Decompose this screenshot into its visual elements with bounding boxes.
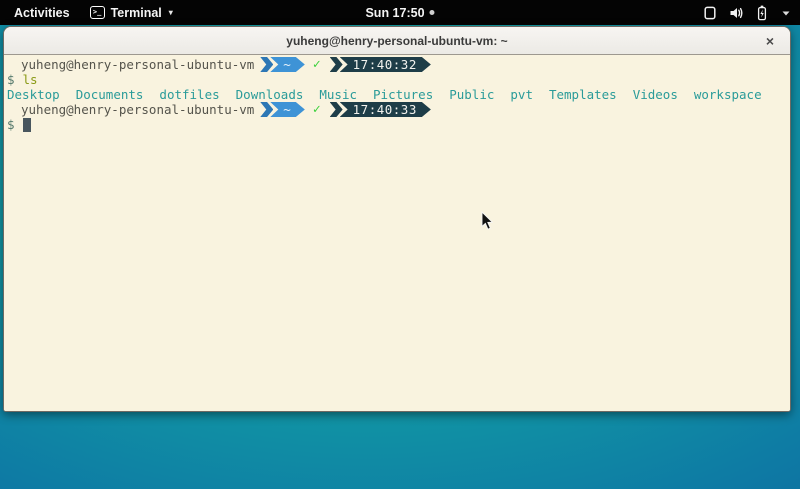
window-title: yuheng@henry-personal-ubuntu-vm: ~ bbox=[286, 34, 507, 48]
dir-entry: dotfiles bbox=[159, 87, 219, 102]
notification-dot-icon bbox=[430, 10, 435, 15]
prompt-line: yuheng@henry-personal-ubuntu-vm ~ ✓ 17:4… bbox=[7, 57, 790, 72]
powerline-chevron-icon bbox=[330, 57, 343, 72]
prompt-user: yuheng@henry-personal-ubuntu-vm bbox=[21, 57, 254, 72]
prompt-symbol: $ bbox=[7, 72, 15, 87]
dir-entry: Videos bbox=[633, 87, 678, 102]
battery-charging-icon bbox=[754, 5, 770, 21]
chevron-down-icon: ▾ bbox=[169, 8, 173, 17]
close-button[interactable]: × bbox=[761, 32, 779, 50]
activities-button[interactable]: Activities bbox=[10, 6, 74, 20]
typed-command: ls bbox=[23, 72, 38, 87]
prompt-line: yuheng@henry-personal-ubuntu-vm ~ ✓ 17:4… bbox=[7, 102, 790, 117]
cwd-badge: ~ bbox=[270, 57, 305, 72]
dir-entry: workspace bbox=[694, 87, 762, 102]
prompt-symbol: $ bbox=[7, 117, 15, 132]
powerline-chevron-icon bbox=[330, 102, 343, 117]
desktop: { "top_bar": { "activities_label": "Acti… bbox=[0, 0, 800, 489]
input-line[interactable]: $ bbox=[7, 117, 790, 132]
terminal-icon: >_ bbox=[90, 6, 105, 19]
chevron-down-icon bbox=[780, 5, 792, 21]
dir-entry: Pictures bbox=[373, 87, 433, 102]
app-menu-label: Terminal bbox=[111, 6, 162, 20]
prompt-user: yuheng@henry-personal-ubuntu-vm bbox=[21, 102, 254, 117]
volume-icon bbox=[728, 5, 744, 21]
dir-entry: Desktop bbox=[7, 87, 60, 102]
screen-icon bbox=[702, 5, 718, 21]
time-badge: 17:40:33 bbox=[340, 102, 431, 117]
cwd-badge: ~ bbox=[270, 102, 305, 117]
dir-entry: Downloads bbox=[236, 87, 304, 102]
dir-entry: pvt bbox=[510, 87, 533, 102]
top-bar: Activities >_ Terminal ▾ Sun 17:50 bbox=[0, 0, 800, 25]
dir-entry: Public bbox=[449, 87, 494, 102]
text-cursor bbox=[23, 118, 31, 132]
dir-entry: Documents bbox=[76, 87, 144, 102]
terminal-content[interactable]: yuheng@henry-personal-ubuntu-vm ~ ✓ 17:4… bbox=[4, 55, 790, 412]
powerline-chevron-icon bbox=[260, 57, 273, 72]
window-titlebar[interactable]: yuheng@henry-personal-ubuntu-vm: ~ × bbox=[4, 27, 790, 55]
app-menu-terminal[interactable]: >_ Terminal ▾ bbox=[90, 6, 173, 20]
system-status-area[interactable] bbox=[702, 5, 792, 21]
time-badge: 17:40:32 bbox=[340, 57, 431, 72]
clock-menu[interactable]: Sun 17:50 bbox=[365, 6, 434, 20]
dir-entry: Templates bbox=[549, 87, 617, 102]
command-line: $ ls bbox=[7, 72, 790, 87]
ls-output: Desktop Documents dotfiles Downloads Mus… bbox=[7, 87, 790, 102]
dir-entry: Music bbox=[319, 87, 357, 102]
status-check-icon: ✓ bbox=[313, 57, 321, 72]
clock-label: Sun 17:50 bbox=[365, 6, 424, 20]
powerline-chevron-icon bbox=[260, 102, 273, 117]
terminal-window: yuheng@henry-personal-ubuntu-vm: ~ × yuh… bbox=[3, 26, 791, 412]
status-check-icon: ✓ bbox=[313, 102, 321, 117]
